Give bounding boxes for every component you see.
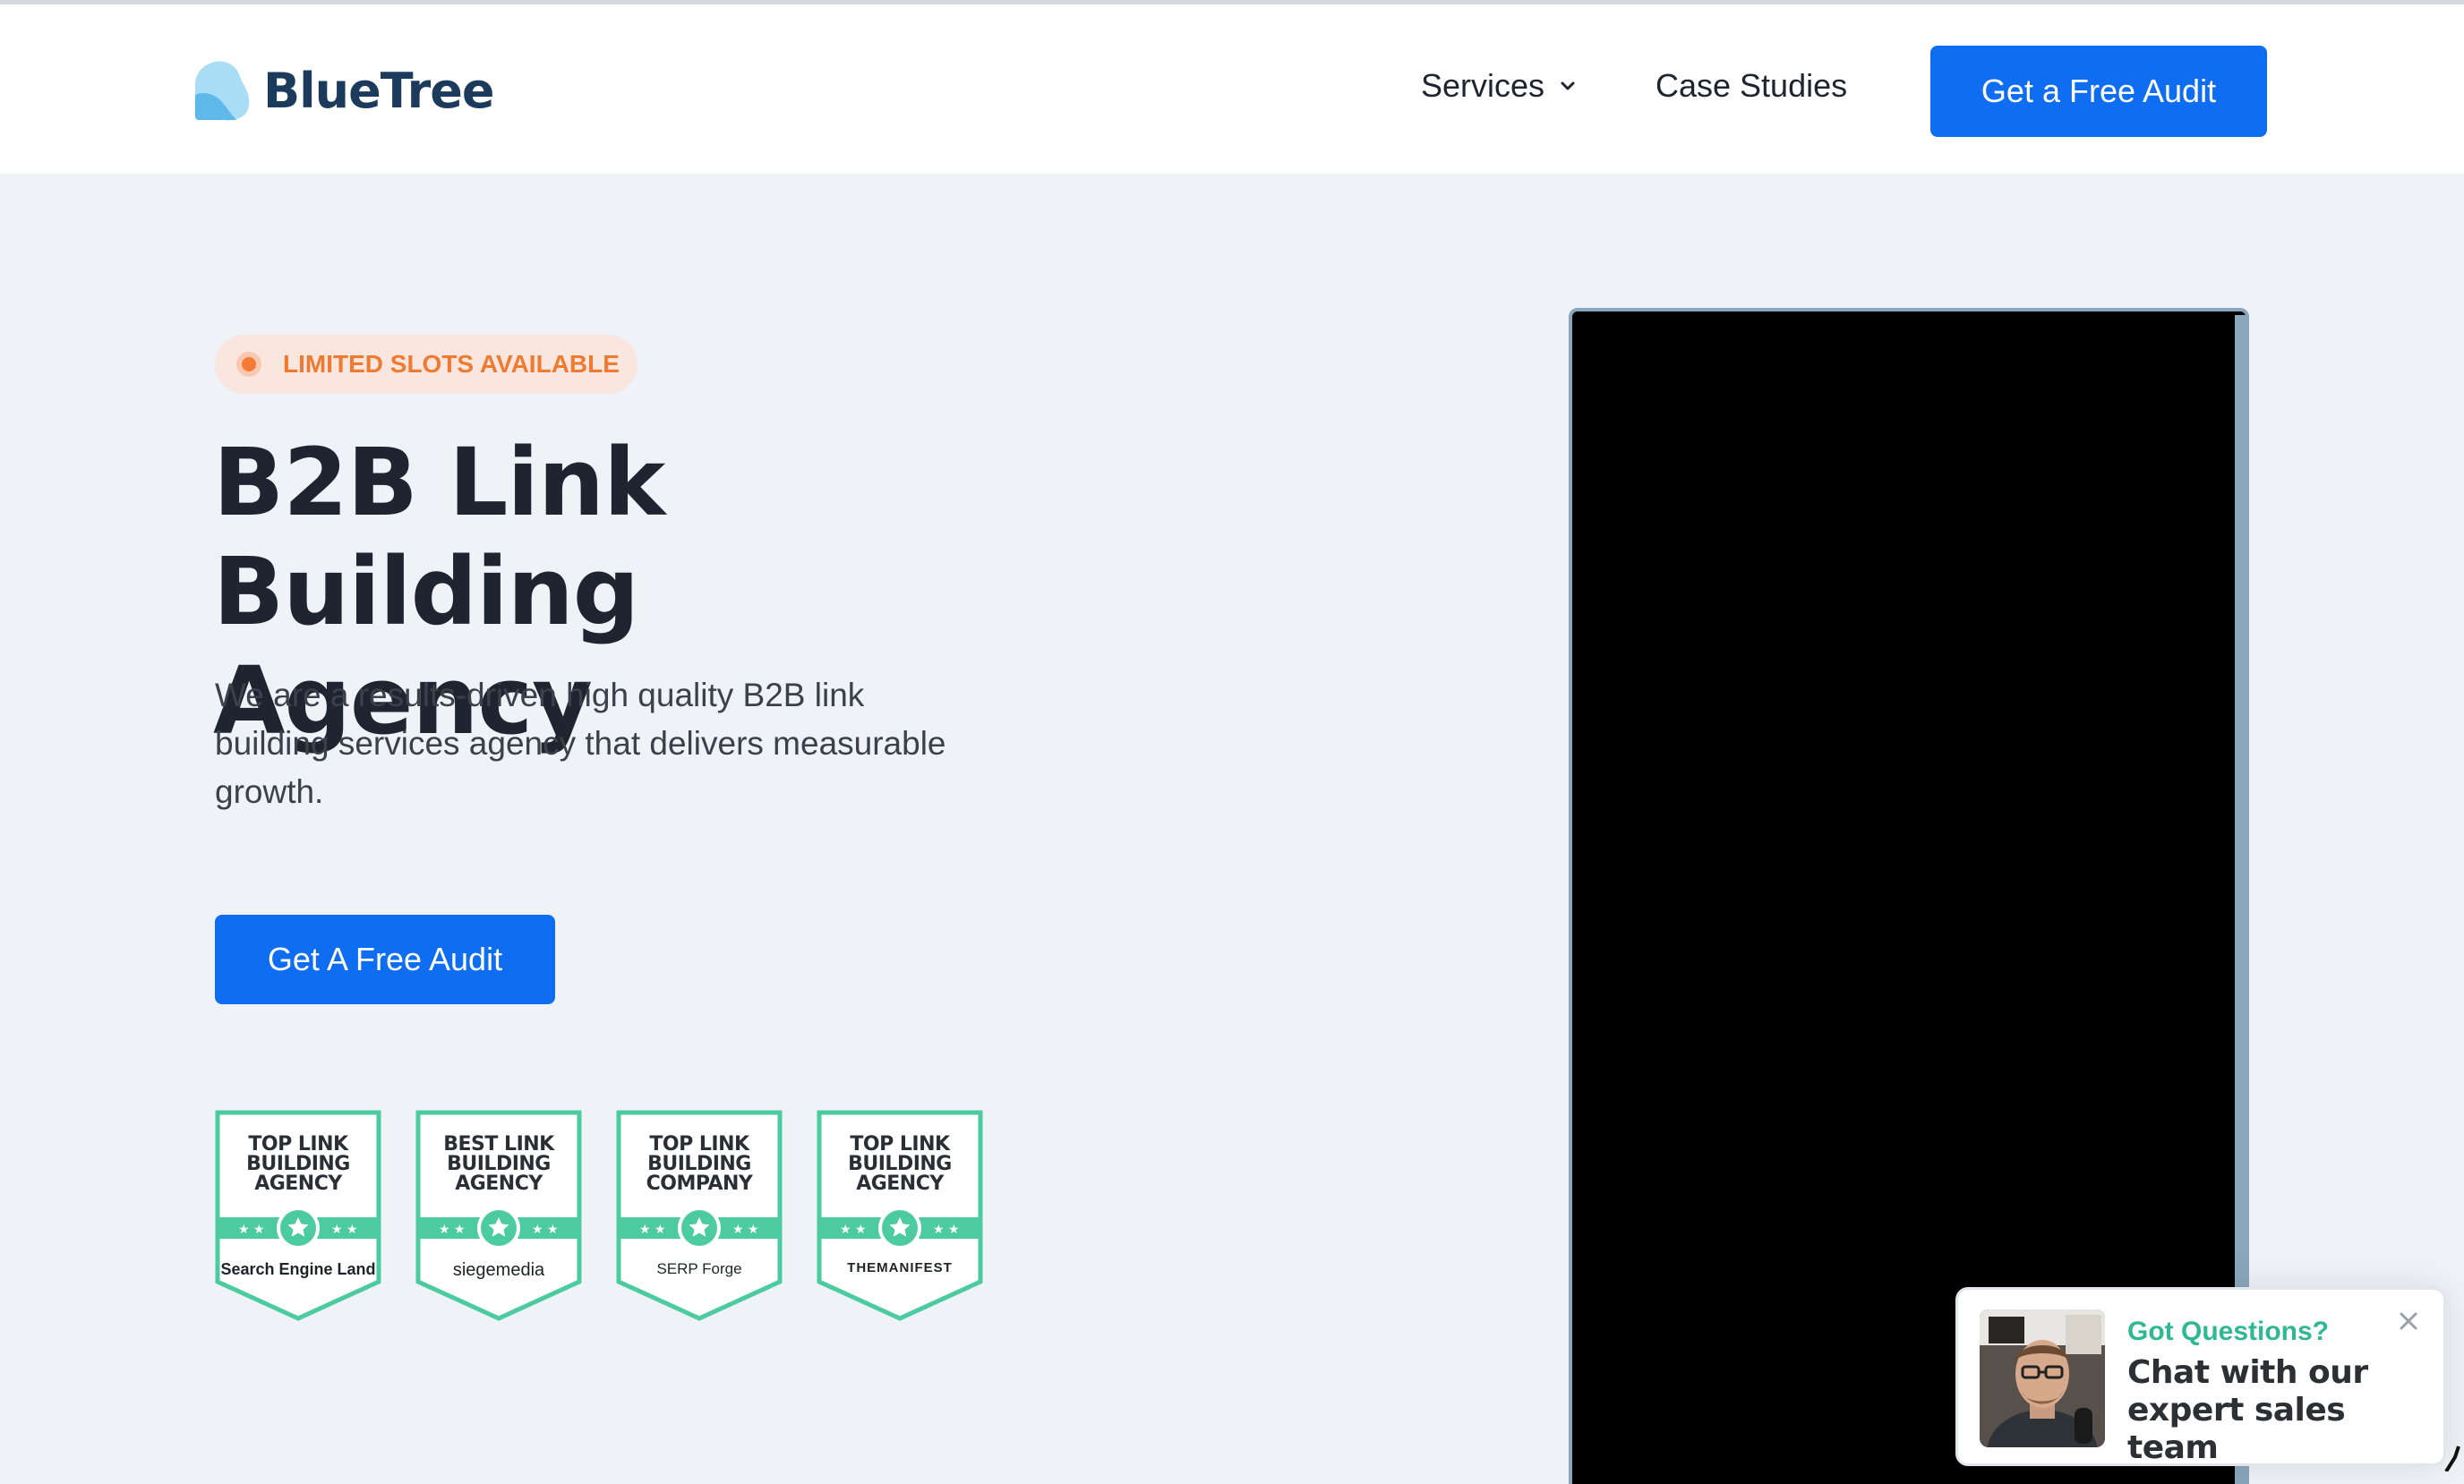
chat-widget[interactable]: Got Questions? Chat with our expert sale… [1955, 1287, 2446, 1466]
header-free-audit-button[interactable]: Get a Free Audit [1930, 46, 2267, 137]
badge-title: TOP LINK BUILDING COMPANY [646, 1133, 753, 1195]
svg-text:★ ★: ★ ★ [732, 1223, 759, 1237]
hero-subtitle: We are a results-driven high quality B2B… [215, 677, 946, 810]
limited-slots-pill: LIMITED SLOTS AVAILABLE [215, 335, 637, 394]
svg-text:★ ★: ★ ★ [532, 1223, 559, 1237]
badge-source: Search Engine Land [220, 1260, 376, 1278]
award-badges: ★ ★ ★ ★ TOP LINK BUILDING AGENCY Search En… [215, 1110, 985, 1321]
nav-services[interactable]: Services [1421, 67, 1577, 105]
badge-the-manifest: ★ ★ ★ ★ TOP LINK BUILDING AGENCY THEMANIFE… [817, 1110, 983, 1321]
close-icon[interactable] [2393, 1306, 2424, 1336]
nav-services-label: Services [1421, 67, 1545, 104]
hero-free-audit-button[interactable]: Get A Free Audit [215, 915, 555, 1004]
svg-text:★ ★: ★ ★ [933, 1223, 960, 1237]
chat-question: Got Questions? [2127, 1317, 2329, 1346]
nav-case-studies[interactable]: Case Studies [1656, 67, 1847, 105]
pill-label: LIMITED SLOTS AVAILABLE [283, 350, 620, 378]
badge-source: siegemedia [452, 1260, 545, 1280]
svg-text:★ ★: ★ ★ [238, 1223, 265, 1237]
chevron-down-icon [1561, 81, 1575, 90]
badge-title: BEST LINK BUILDING AGENCY [443, 1133, 554, 1195]
logo-text: BlueTree [263, 62, 495, 119]
agent-avatar [1980, 1309, 2105, 1447]
logo[interactable]: BlueTree [195, 56, 495, 124]
badge-serp-forge: ★ ★ ★ ★ TOP LINK BUILDING COMPANY SERP For… [616, 1110, 783, 1321]
badge-source: SERP Forge [656, 1260, 742, 1277]
site-header: BlueTree Services Case Studies Get a Fre… [0, 4, 2464, 174]
badge-title: TOP LINK BUILDING AGENCY [246, 1133, 350, 1195]
status-dot-icon [236, 352, 261, 377]
svg-text:★ ★: ★ ★ [639, 1223, 666, 1237]
badge-title: TOP LINK BUILDING AGENCY [848, 1133, 952, 1195]
logo-mark-icon [195, 59, 251, 122]
badge-siegemedia: ★ ★ ★ ★ BEST LINK BUILDING AGENCY siegemed… [415, 1110, 582, 1321]
chat-text: Chat with our expert sales team [2127, 1354, 2368, 1466]
badge-source: THEMANIFEST [847, 1260, 953, 1275]
hero-title-line1: B2B Link Building [213, 428, 665, 646]
svg-text:★ ★: ★ ★ [840, 1223, 867, 1237]
svg-text:★ ★: ★ ★ [439, 1223, 466, 1237]
svg-text:★ ★: ★ ★ [331, 1223, 358, 1237]
cursor-icon [2444, 1446, 2460, 1471]
badge-search-engine-land: ★ ★ ★ ★ TOP LINK BUILDING AGENCY Search En… [215, 1110, 381, 1321]
